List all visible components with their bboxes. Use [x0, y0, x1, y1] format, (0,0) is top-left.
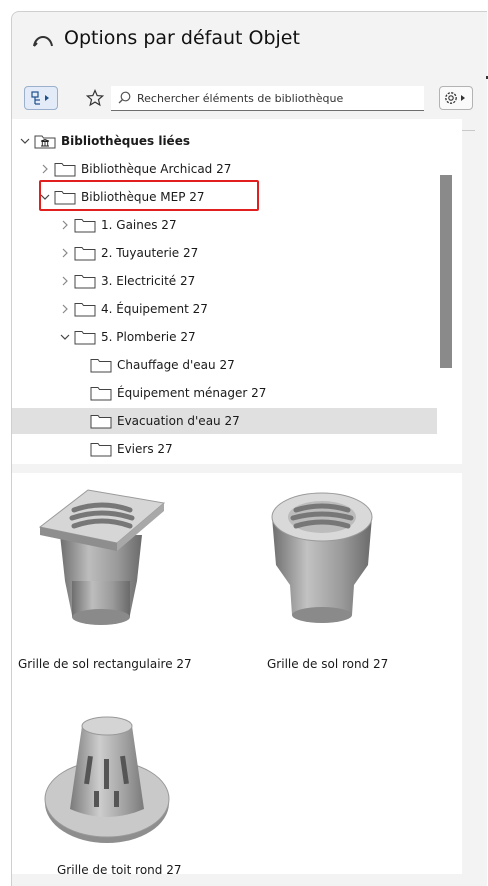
- window-title: Options par défaut Objet: [64, 27, 300, 49]
- tree-item-label: 5. Plomberie 27: [101, 330, 196, 344]
- folder-icon: [90, 414, 112, 428]
- library-tree: Bibliothèques liées Bibliothèque Archica…: [12, 119, 462, 464]
- folder-icon: [74, 246, 96, 260]
- tree-item-electricity[interactable]: 3. Electricité 27: [12, 268, 462, 294]
- tree-item-label: 1. Gaines 27: [101, 218, 177, 232]
- folder-icon: [90, 386, 112, 400]
- gallery-item-round-roof-grate[interactable]: [42, 701, 172, 851]
- folder-icon: [54, 162, 76, 176]
- tree-item-ducts[interactable]: 1. Gaines 27: [12, 212, 462, 238]
- search-icon: [118, 91, 131, 104]
- chevron-right-icon[interactable]: [60, 304, 70, 314]
- folder-icon: [74, 302, 96, 316]
- tree-item-household-equipment[interactable]: Équipement ménager 27: [12, 380, 462, 406]
- tree-item-linked-libraries[interactable]: Bibliothèques liées: [12, 128, 450, 154]
- library-search[interactable]: [111, 86, 424, 111]
- library-tree-button[interactable]: [24, 86, 58, 110]
- object-gallery: Grille de sol rectangulaire 27 Grille de…: [12, 473, 462, 874]
- round-floor-grate-image: [271, 492, 373, 623]
- chevron-right-icon[interactable]: [60, 276, 70, 286]
- settings-button[interactable]: [439, 86, 473, 110]
- tree-item-label: Eviers 27: [117, 442, 173, 456]
- tree-item-label: Evacuation d'eau 27: [117, 414, 240, 428]
- rect-floor-grate-image: [38, 489, 166, 625]
- tree-item-water-drainage[interactable]: Evacuation d'eau 27: [12, 408, 440, 434]
- tree-item-label: 4. Équipement 27: [101, 302, 208, 316]
- gallery-item-rect-floor-grate[interactable]: [32, 485, 172, 653]
- chevron-right-icon[interactable]: [60, 220, 70, 230]
- chevron-down-icon[interactable]: [60, 332, 70, 342]
- tree-item-sinks[interactable]: Eviers 27: [12, 436, 462, 462]
- title-bar: Options par défaut Objet: [12, 12, 487, 64]
- tree-item-piping[interactable]: 2. Tuyauterie 27: [12, 240, 462, 266]
- tree-item-label: Bibliothèques liées: [61, 134, 190, 148]
- folder-icon: [74, 218, 96, 232]
- folder-icon: [90, 442, 112, 456]
- highlight-annotation: [39, 180, 259, 211]
- tree-item-label: Chauffage d'eau 27: [117, 358, 235, 372]
- star-icon: [86, 89, 104, 107]
- tree-item-label: Équipement ménager 27: [117, 386, 267, 400]
- search-input[interactable]: [137, 88, 417, 108]
- library-tree-icon: [31, 91, 49, 105]
- chevron-down-icon[interactable]: [20, 136, 30, 146]
- tree-item-label: 3. Electricité 27: [101, 274, 196, 288]
- tree-item-water-heating[interactable]: Chauffage d'eau 27: [12, 352, 462, 378]
- gallery-item-label: Grille de sol rectangulaire 27: [18, 657, 192, 671]
- chevron-right-icon[interactable]: [40, 164, 50, 174]
- favorites-button[interactable]: [83, 86, 107, 110]
- gallery-item-round-floor-grate[interactable]: [262, 485, 382, 653]
- chevron-right-icon[interactable]: [60, 248, 70, 258]
- tree-item-label: Bibliothèque Archicad 27: [81, 162, 232, 176]
- folder-icon: [74, 330, 96, 344]
- tree-item-equipment[interactable]: 4. Équipement 27: [12, 296, 462, 322]
- tree-item-archicad-library[interactable]: Bibliothèque Archicad 27: [12, 156, 462, 182]
- tree-item-plumbing[interactable]: 5. Plomberie 27: [12, 324, 462, 350]
- tree-item-label: 2. Tuyauterie 27: [101, 246, 199, 260]
- tree-scrollbar-thumb[interactable]: [440, 175, 452, 368]
- folder-icon: [90, 358, 112, 372]
- gallery-item-label: Grille de toit rond 27: [57, 863, 182, 874]
- linked-library-folder-icon: [34, 135, 56, 148]
- folder-icon: [74, 274, 96, 288]
- object-tool-icon: [33, 36, 53, 47]
- settings-icon: [445, 92, 465, 104]
- gallery-item-label: Grille de sol rond 27: [267, 657, 389, 671]
- round-roof-grate-image: [44, 716, 170, 843]
